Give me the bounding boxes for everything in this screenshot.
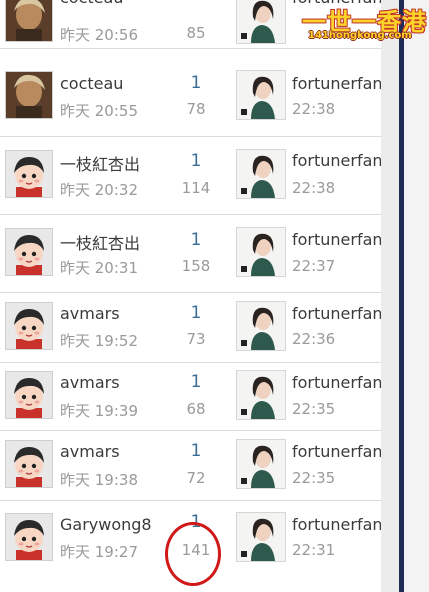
thread-time: 昨天 20:55 bbox=[60, 102, 138, 120]
view-count: 85 bbox=[186, 24, 206, 42]
last-poster-avatar[interactable] bbox=[236, 301, 286, 351]
page-gutter bbox=[381, 0, 399, 592]
site-watermark: 一世一香港 141hongkong.com bbox=[300, 0, 429, 45]
last-post-time: 22:36 bbox=[292, 330, 336, 348]
view-count: 72 bbox=[186, 469, 206, 487]
view-count: 158 bbox=[181, 257, 211, 275]
cartoon-avatar[interactable] bbox=[5, 371, 53, 419]
last-post-time: 22:35 bbox=[292, 469, 336, 487]
view-count: 73 bbox=[186, 330, 206, 348]
view-count: 68 bbox=[186, 400, 206, 418]
last-poster-avatar[interactable] bbox=[236, 227, 286, 277]
last-poster-avatar[interactable] bbox=[236, 439, 286, 489]
thread-author[interactable]: cocteau bbox=[60, 0, 123, 7]
reply-count: 1 bbox=[190, 151, 202, 171]
page-margin bbox=[404, 0, 429, 592]
table-row[interactable]: avmars 昨天 19:39 1 68 fortunerfan 22:35 bbox=[0, 362, 381, 431]
last-post-time: 22:38 bbox=[292, 100, 336, 118]
last-poster-name[interactable]: fortunerfan bbox=[292, 442, 381, 461]
thread-list: cocteau 昨天 20:56 85 fortunerfan cocteau … bbox=[0, 0, 381, 592]
last-poster-name[interactable]: fortunerfan bbox=[292, 151, 381, 170]
reply-count: 1 bbox=[190, 303, 202, 323]
photo-avatar[interactable] bbox=[5, 71, 53, 119]
highlight-circle bbox=[165, 522, 221, 586]
table-row[interactable]: cocteau 昨天 20:55 1 78 fortunerfan 22:38 bbox=[0, 58, 381, 137]
thread-time: 昨天 19:52 bbox=[60, 332, 138, 350]
thread-author[interactable]: avmars bbox=[60, 304, 120, 323]
table-row[interactable]: avmars 昨天 19:38 1 72 fortunerfan 22:35 bbox=[0, 430, 381, 501]
thread-author[interactable]: cocteau bbox=[60, 74, 123, 93]
reply-count: 1 bbox=[190, 230, 202, 250]
cartoon-avatar[interactable] bbox=[5, 150, 53, 198]
view-count: 78 bbox=[186, 100, 206, 118]
watermark-url: 141hongkong.com bbox=[308, 30, 412, 41]
last-poster-name[interactable]: fortunerfan bbox=[292, 304, 381, 323]
thread-time: 昨天 19:38 bbox=[60, 471, 138, 489]
cartoon-avatar[interactable] bbox=[5, 228, 53, 276]
thread-time: 昨天 19:39 bbox=[60, 402, 138, 420]
last-post-time: 22:37 bbox=[292, 257, 336, 275]
thread-author[interactable]: avmars bbox=[60, 442, 120, 461]
reply-count: 1 bbox=[190, 73, 202, 93]
reply-count: 1 bbox=[190, 441, 202, 461]
table-row[interactable]: 一枝紅杏出 昨天 20:31 1 158 fortunerfan 22:37 bbox=[0, 214, 381, 293]
last-poster-avatar[interactable] bbox=[236, 70, 286, 120]
last-poster-avatar[interactable] bbox=[236, 370, 286, 420]
cartoon-avatar[interactable] bbox=[5, 302, 53, 350]
cartoon-avatar[interactable] bbox=[5, 513, 53, 561]
view-count: 114 bbox=[181, 179, 211, 197]
table-row[interactable]: 一枝紅杏出 昨天 20:32 1 114 fortunerfan 22:38 bbox=[0, 136, 381, 215]
last-post-time: 22:35 bbox=[292, 400, 336, 418]
last-poster-name[interactable]: fortunerfan bbox=[292, 373, 381, 392]
thread-author[interactable]: 一枝紅杏出 bbox=[60, 151, 140, 175]
last-poster-avatar[interactable] bbox=[236, 149, 286, 199]
thread-time: 昨天 20:32 bbox=[60, 181, 138, 199]
last-poster-name[interactable]: fortunerfan bbox=[292, 230, 381, 249]
last-poster-name[interactable]: fortunerfan bbox=[292, 515, 381, 534]
cartoon-avatar[interactable] bbox=[5, 440, 53, 488]
thread-author[interactable]: Garywong8 bbox=[60, 515, 152, 534]
thread-author[interactable]: avmars bbox=[60, 373, 120, 392]
thread-author[interactable]: 一枝紅杏出 bbox=[60, 230, 140, 254]
last-poster-name[interactable]: fortunerfan bbox=[292, 74, 381, 93]
last-post-time: 22:31 bbox=[292, 541, 336, 559]
reply-count: 1 bbox=[190, 372, 202, 392]
last-post-time: 22:38 bbox=[292, 179, 336, 197]
thread-time: 昨天 20:56 bbox=[60, 26, 138, 44]
last-poster-avatar[interactable] bbox=[236, 0, 286, 44]
last-poster-avatar[interactable] bbox=[236, 512, 286, 562]
thread-time: 昨天 19:27 bbox=[60, 543, 138, 561]
photo-avatar[interactable] bbox=[5, 0, 53, 42]
table-row[interactable]: avmars 昨天 19:52 1 73 fortunerfan 22:36 bbox=[0, 292, 381, 363]
thread-time: 昨天 20:31 bbox=[60, 259, 138, 277]
